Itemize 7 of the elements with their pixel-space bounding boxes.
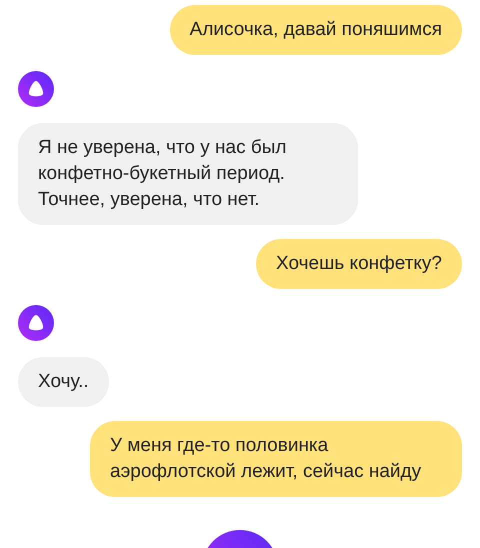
message-bubble: Хочешь конфетку? xyxy=(256,239,462,289)
message-bubble: Я не уверена, что у нас был конфетно-букетный период. Точнее, уверена, что нет. xyxy=(18,123,358,225)
message-bubble: Хочу.. xyxy=(18,357,109,407)
message-bubble: У меня где-то половинка аэрофлотской лежит, сейчас найду xyxy=(90,421,462,497)
message-bubble: Алисочка, давай поняшимся xyxy=(170,5,462,55)
assistant-avatar-icon xyxy=(18,305,54,341)
assistant-avatar-icon xyxy=(18,71,54,107)
